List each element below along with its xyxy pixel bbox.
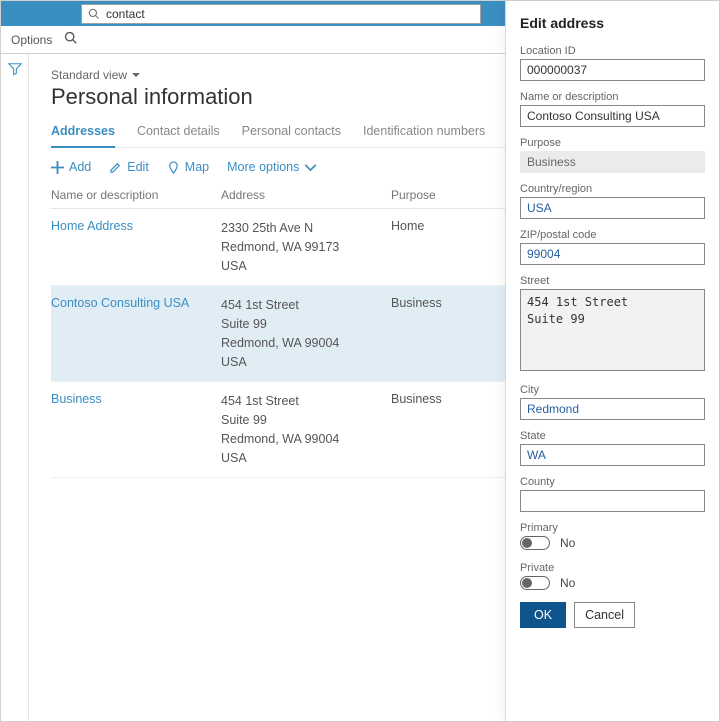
tab-identification-numbers[interactable]: Identification numbers: [363, 124, 485, 147]
row-address: 454 1st StreetSuite 99Redmond, WA 99004U…: [221, 392, 391, 467]
col-name[interactable]: Name or description: [51, 188, 221, 202]
city-input[interactable]: [520, 398, 705, 420]
filter-icon[interactable]: [8, 62, 22, 721]
private-toggle[interactable]: [520, 576, 550, 590]
location-id-input[interactable]: [520, 59, 705, 81]
cmdbar-search-icon[interactable]: [64, 31, 78, 48]
row-purpose: Business: [391, 296, 481, 371]
purpose-label: Purpose: [520, 137, 705, 149]
pencil-icon: [109, 161, 122, 174]
cancel-button[interactable]: Cancel: [574, 602, 635, 628]
row-purpose: Business: [391, 392, 481, 467]
name-input[interactable]: [520, 105, 705, 127]
zip-label: ZIP/postal code: [520, 229, 705, 241]
edit-address-panel: Edit address Location ID Name or descrip…: [505, 1, 719, 721]
name-label: Name or description: [520, 91, 705, 103]
edit-button[interactable]: Edit: [109, 160, 149, 174]
private-value: No: [560, 576, 575, 590]
row-name-link[interactable]: Contoso Consulting USA: [51, 296, 221, 371]
primary-toggle[interactable]: [520, 536, 550, 550]
col-purpose[interactable]: Purpose: [391, 188, 481, 202]
street-label: Street: [520, 275, 705, 287]
options-menu[interactable]: Options: [11, 33, 52, 47]
location-id-label: Location ID: [520, 45, 705, 57]
view-label-text: Standard view: [51, 68, 127, 82]
global-search[interactable]: [81, 4, 481, 24]
chevron-down-icon: [131, 70, 141, 80]
state-input[interactable]: [520, 444, 705, 466]
tab-addresses[interactable]: Addresses: [51, 124, 115, 148]
row-purpose: Home: [391, 219, 481, 275]
filter-rail: [1, 54, 29, 721]
zip-input[interactable]: [520, 243, 705, 265]
row-name-link[interactable]: Business: [51, 392, 221, 467]
primary-value: No: [560, 536, 575, 550]
country-label: Country/region: [520, 183, 705, 195]
row-name-link[interactable]: Home Address: [51, 219, 221, 275]
map-pin-icon: [167, 161, 180, 174]
panel-title: Edit address: [520, 15, 705, 31]
county-input[interactable]: [520, 490, 705, 512]
ok-button[interactable]: OK: [520, 602, 566, 628]
col-address[interactable]: Address: [221, 188, 391, 202]
county-label: County: [520, 476, 705, 488]
map-button[interactable]: Map: [167, 160, 209, 174]
more-options-button[interactable]: More options: [227, 160, 317, 174]
city-label: City: [520, 384, 705, 396]
tab-personal-contacts[interactable]: Personal contacts: [242, 124, 341, 147]
tab-contact-details[interactable]: Contact details: [137, 124, 220, 147]
search-input[interactable]: [106, 7, 474, 21]
private-label: Private: [520, 562, 705, 574]
chevron-down-icon: [304, 161, 317, 174]
primary-label: Primary: [520, 522, 705, 534]
country-input[interactable]: [520, 197, 705, 219]
row-address: 454 1st StreetSuite 99Redmond, WA 99004U…: [221, 296, 391, 371]
state-label: State: [520, 430, 705, 442]
search-icon: [88, 8, 100, 20]
street-input[interactable]: [520, 289, 705, 371]
row-address: 2330 25th Ave NRedmond, WA 99173USA: [221, 219, 391, 275]
add-button[interactable]: Add: [51, 160, 91, 174]
plus-icon: [51, 161, 64, 174]
purpose-value[interactable]: Business: [520, 151, 705, 173]
